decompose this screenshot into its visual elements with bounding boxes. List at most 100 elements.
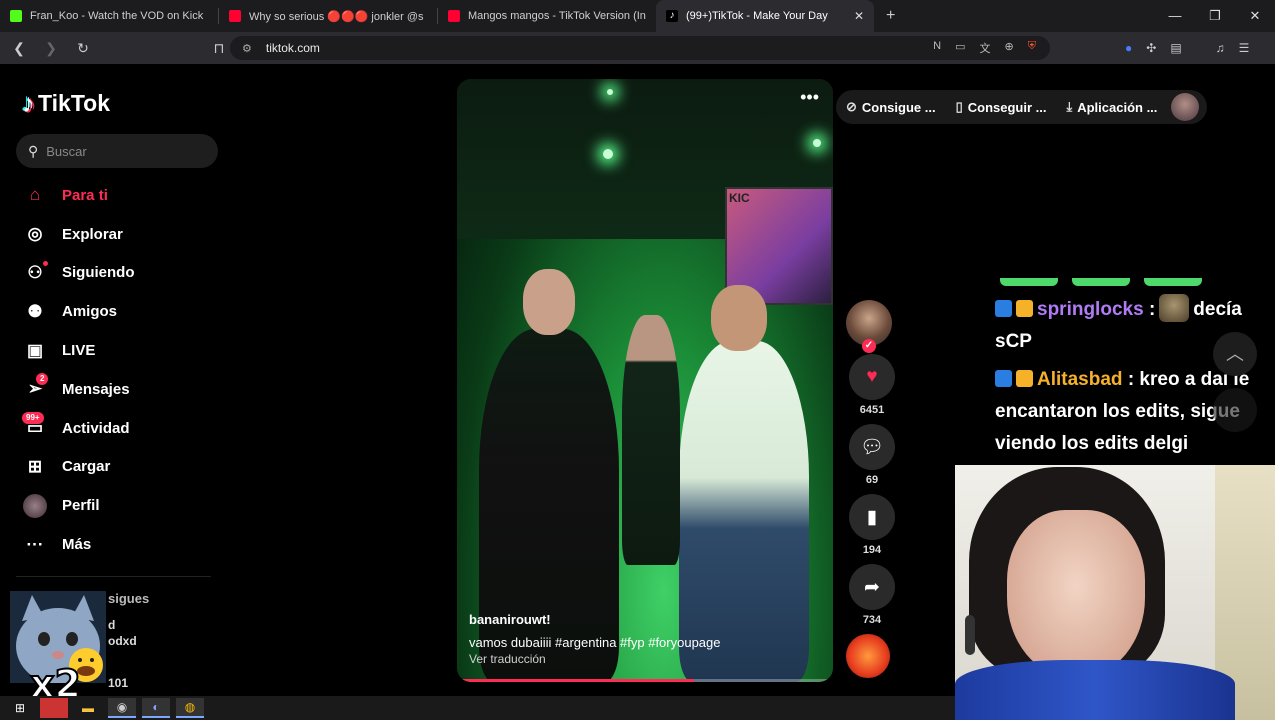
nav-label: Actividad bbox=[62, 419, 130, 437]
music-disc-icon[interactable] bbox=[846, 634, 890, 678]
taskbar-app-icon[interactable] bbox=[40, 698, 68, 718]
search-box[interactable]: ⚲ bbox=[16, 134, 218, 168]
tiktok-logo[interactable]: ♪ TikTok bbox=[22, 88, 110, 119]
back-icon[interactable]: ❮ bbox=[6, 40, 32, 57]
video-progress-fill bbox=[457, 679, 694, 682]
like-action[interactable]: ♥ 6451 bbox=[846, 354, 898, 418]
following-icon: ⚇ bbox=[20, 260, 50, 285]
nav-item-live[interactable]: ▣ LIVE bbox=[20, 331, 220, 370]
download-app-button[interactable]: ⤓ Aplicación ... bbox=[1056, 90, 1167, 124]
zoom-icon[interactable]: ⊕ bbox=[1005, 40, 1014, 56]
follow-check-icon[interactable]: ✓ bbox=[862, 339, 876, 353]
get-coins-button[interactable]: ⊘ Consigue ... bbox=[836, 90, 946, 124]
nav-item-messages[interactable]: ➢ 2 Mensajes bbox=[20, 370, 220, 409]
sidebar-icon[interactable]: ▤ bbox=[1170, 41, 1181, 55]
nav-label: LIVE bbox=[62, 342, 96, 360]
no-tracking-icon[interactable]: N bbox=[933, 40, 941, 56]
close-tab-icon[interactable]: ✕ bbox=[854, 9, 864, 23]
video-more-icon[interactable]: ••• bbox=[800, 87, 819, 108]
new-tab-button[interactable]: + bbox=[886, 7, 895, 25]
vpn-icon[interactable]: ● bbox=[1125, 41, 1132, 55]
translate-icon[interactable]: 文 bbox=[980, 40, 991, 56]
cast-icon[interactable]: ▭ bbox=[955, 40, 965, 56]
phone-icon: ▯ bbox=[955, 99, 963, 114]
discord-icon[interactable]: ◐ bbox=[142, 698, 170, 718]
share-icon[interactable]: ➦ bbox=[849, 564, 895, 610]
badge-icon bbox=[995, 370, 1012, 387]
download-icon: ⤓ bbox=[1066, 99, 1073, 114]
kick-favicon-icon bbox=[10, 10, 22, 22]
browser-tab-youtube-1[interactable]: Why so serious 🔴🔴🔴 jonkler @s bbox=[219, 0, 437, 32]
video-person-left-head bbox=[523, 269, 575, 335]
nav-label: Perfil bbox=[62, 497, 100, 515]
os-taskbar: ⊞ ▬ ◉ ◐ ◍ bbox=[0, 696, 955, 720]
video-player[interactable]: KIC ••• bananirouwt! vamos dubaiiii #arg… bbox=[457, 79, 833, 682]
see-translation-link[interactable]: Ver traducción bbox=[469, 652, 546, 666]
nav-item-friends[interactable]: ⚉ Amigos bbox=[20, 292, 220, 331]
browser-tab-tiktok[interactable]: ♪ (99+)TikTok - Make Your Day ✕ bbox=[656, 0, 874, 32]
nav-item-more[interactable]: ··· Más bbox=[20, 525, 220, 564]
stage-screen-text: KIC bbox=[729, 191, 750, 205]
save-count: 194 bbox=[862, 544, 882, 556]
share-action[interactable]: ➦ 734 bbox=[846, 564, 898, 628]
video-action-rail: ✓ ♥ 6451 💬︎ 69 ▮ 194 ➦ 734 bbox=[846, 300, 898, 678]
browser-tab-youtube-2[interactable]: Mangos mangos - TikTok Version (In bbox=[438, 0, 656, 32]
reload-icon[interactable]: ↻ bbox=[70, 40, 96, 57]
search-input[interactable] bbox=[46, 143, 207, 159]
nav-item-for-you[interactable]: ⌂ Para ti bbox=[20, 176, 220, 215]
url-text: tiktok.com bbox=[265, 41, 320, 55]
crown-badge-icon bbox=[1016, 300, 1033, 317]
activity-badge: 99+ bbox=[22, 412, 44, 425]
badge-icon bbox=[995, 300, 1012, 317]
obs-icon[interactable]: ◉ bbox=[108, 698, 136, 718]
webcam-person-face bbox=[1007, 510, 1145, 678]
next-video-button[interactable] bbox=[1213, 388, 1257, 432]
user-avatar[interactable] bbox=[1171, 93, 1200, 121]
extensions-icon[interactable]: ✣ bbox=[1146, 41, 1156, 55]
friends-icon: ⚉ bbox=[27, 301, 43, 321]
media-icon[interactable]: ♫ bbox=[1216, 41, 1225, 55]
brave-shield-icon[interactable]: ⛨ bbox=[1028, 40, 1036, 56]
heart-icon[interactable]: ♥ bbox=[849, 354, 895, 400]
following-account[interactable]: 101 bbox=[108, 676, 128, 690]
windows-start-icon[interactable]: ⊞ bbox=[6, 698, 34, 718]
main-nav: ⌂ Para ti ◎ Explorar ⚇ Siguiendo ⚉ Amigo… bbox=[20, 176, 220, 564]
menu-icon[interactable]: ☰ bbox=[1239, 41, 1250, 55]
messages-badge: 2 bbox=[36, 373, 49, 386]
get-app-button[interactable]: ▯ Conseguir ... bbox=[946, 90, 1057, 124]
chrome-icon[interactable]: ◍ bbox=[176, 698, 204, 718]
nav-label: Siguiendo bbox=[62, 264, 135, 282]
share-count: 734 bbox=[862, 614, 882, 626]
video-author[interactable]: bananirouwt! bbox=[469, 612, 551, 627]
folder-icon[interactable]: ▬ bbox=[74, 698, 102, 718]
save-action[interactable]: ▮ 194 bbox=[846, 494, 898, 558]
url-action-icons: N ▭ 文 ⊕ ⛨ bbox=[933, 40, 1036, 56]
restore-button[interactable]: ❐ bbox=[1195, 0, 1235, 32]
chat-separator: : bbox=[1127, 369, 1135, 390]
tab-title: Fran_Koo - Watch the VOD on Kick bbox=[30, 10, 204, 22]
minimize-button[interactable]: — bbox=[1155, 0, 1195, 32]
activity-icon: ▭ 99+ bbox=[20, 412, 50, 440]
close-window-button[interactable]: ✕ bbox=[1235, 0, 1275, 32]
nav-item-activity[interactable]: ▭ 99+ Actividad bbox=[20, 409, 220, 448]
author-avatar[interactable]: ✓ bbox=[846, 300, 892, 353]
chat-emote-icon bbox=[1159, 294, 1190, 322]
nav-item-explore[interactable]: ◎ Explorar bbox=[20, 215, 220, 254]
following-account[interactable]: d bbox=[108, 618, 115, 632]
forward-icon[interactable]: ❯ bbox=[38, 40, 64, 57]
browser-tab-kick[interactable]: Fran_Koo - Watch the VOD on Kick bbox=[0, 0, 218, 32]
sidebar-divider bbox=[16, 576, 211, 577]
stage-light bbox=[603, 149, 613, 159]
comment-icon[interactable]: 💬︎ bbox=[849, 424, 895, 470]
nav-item-upload[interactable]: ⊞ Cargar bbox=[20, 448, 220, 487]
previous-video-button[interactable]: ︿ bbox=[1213, 332, 1257, 376]
following-account[interactable]: odxd bbox=[108, 634, 137, 648]
nav-item-following[interactable]: ⚇ Siguiendo bbox=[20, 254, 220, 293]
bookmark-icon[interactable]: ⊓ bbox=[206, 40, 232, 57]
site-settings-icon[interactable]: ⚙ bbox=[242, 42, 252, 55]
bookmark-save-icon[interactable]: ▮ bbox=[849, 494, 895, 540]
video-progress-bar[interactable] bbox=[457, 679, 833, 682]
nav-item-profile[interactable]: Perfil bbox=[20, 486, 220, 525]
comment-action[interactable]: 💬︎ 69 bbox=[846, 424, 898, 488]
url-field[interactable]: ⚙ tiktok.com N ▭ 文 ⊕ ⛨ bbox=[230, 36, 1050, 60]
